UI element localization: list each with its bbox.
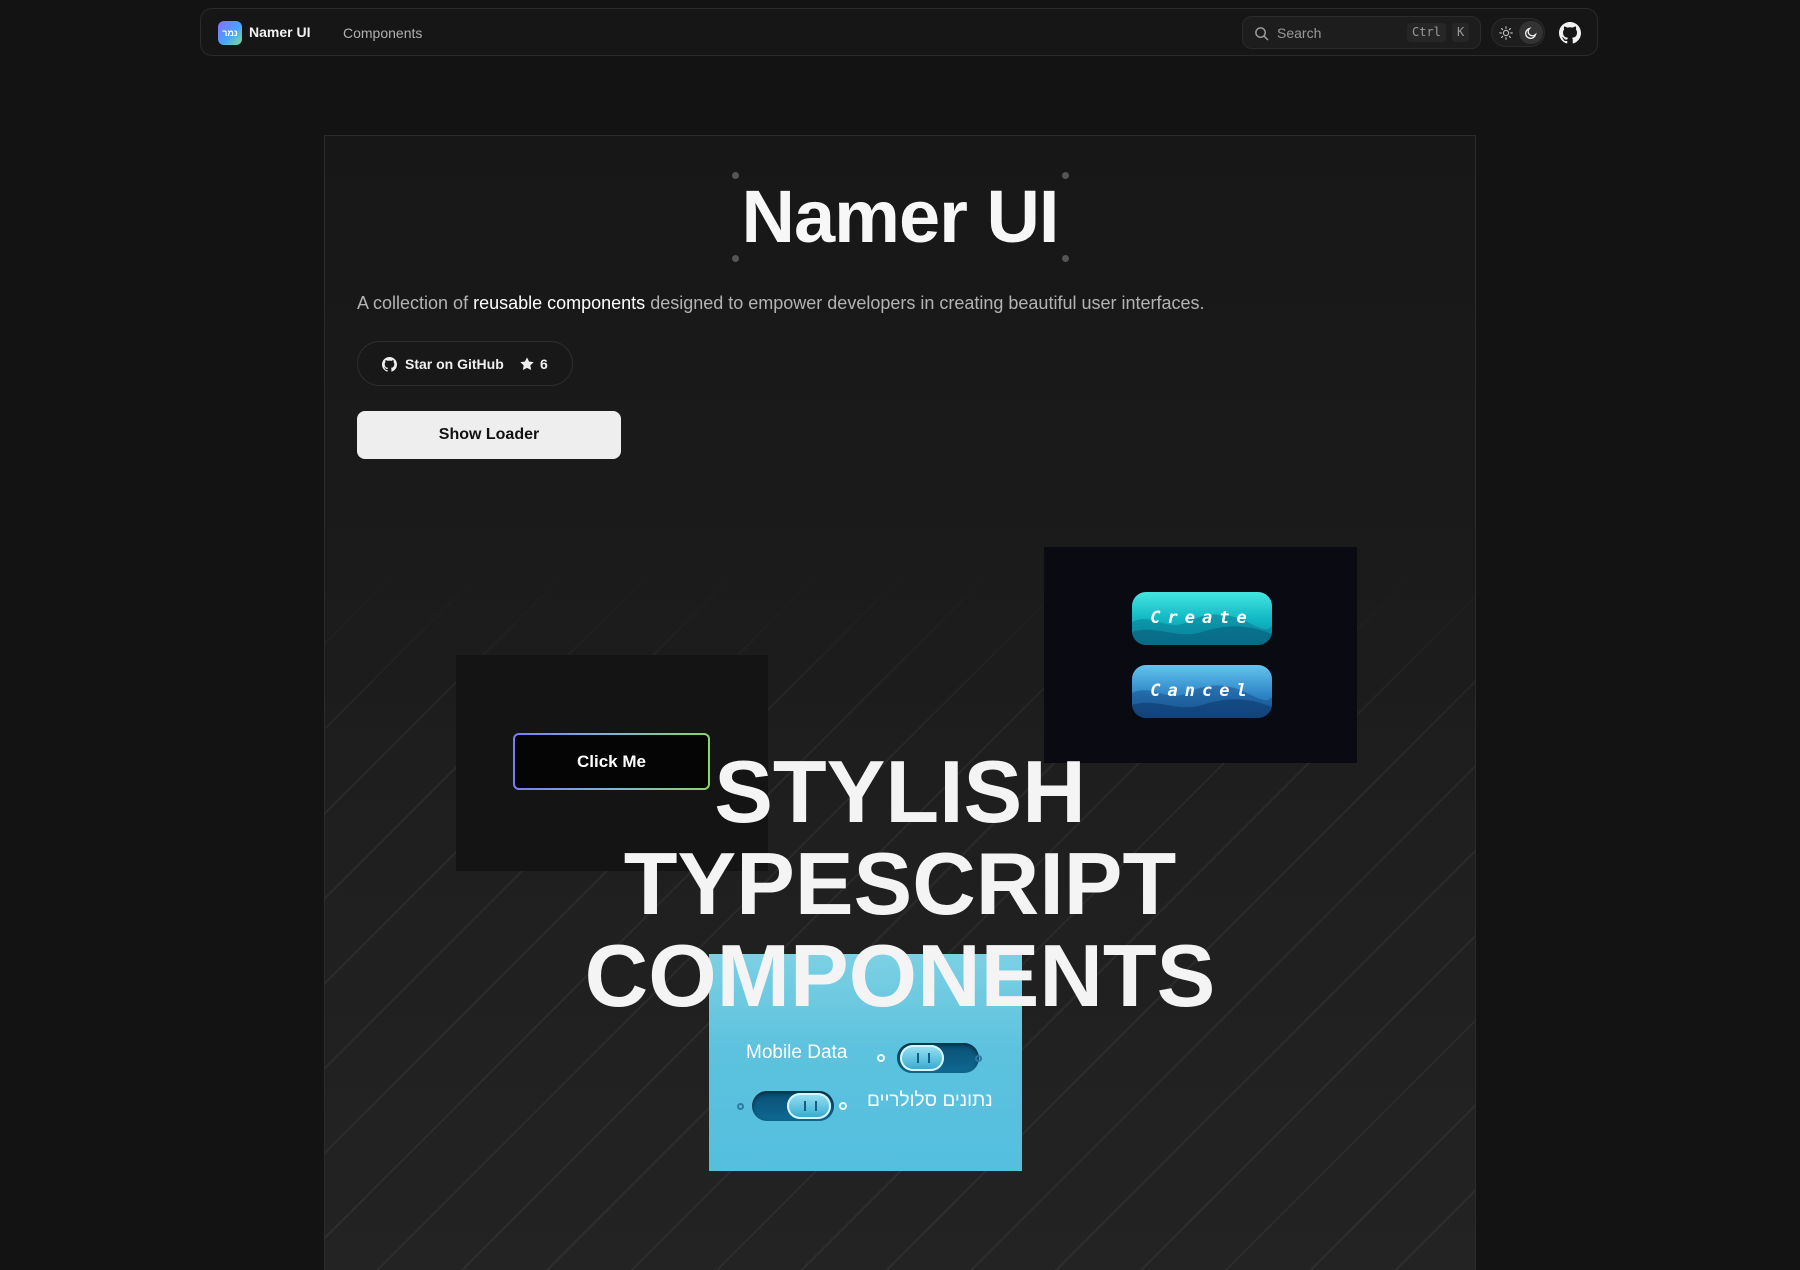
create-button[interactable]: Create (1132, 592, 1272, 645)
show-loader-button[interactable]: Show Loader (357, 411, 621, 459)
search-button[interactable]: Search Ctrl K (1242, 16, 1481, 49)
toggle-knob (787, 1093, 831, 1119)
kbd-k: K (1452, 23, 1470, 42)
mobile-data-toggle-rtl[interactable] (752, 1091, 834, 1121)
nav-link-components[interactable]: Components (343, 25, 422, 41)
search-icon (1255, 27, 1269, 41)
moon-icon (1525, 27, 1537, 39)
toggle-knob (900, 1045, 944, 1071)
github-icon (382, 357, 397, 372)
subtitle-highlight: reusable components (473, 293, 646, 313)
github-icon[interactable] (1559, 22, 1581, 44)
subtitle-text: A collection of (357, 293, 474, 313)
toggle-label-hebrew: נתונים סלולריים (867, 1090, 993, 1111)
light-theme-button[interactable] (1494, 21, 1518, 44)
sun-icon (1499, 26, 1513, 40)
hero-title: Namer UI (741, 175, 1060, 258)
headline-line: TYPESCRIPT (623, 834, 1177, 933)
headline-line: COMPONENTS (584, 926, 1216, 1025)
cancel-label: Cancel (1150, 681, 1254, 701)
create-label: Create (1150, 608, 1254, 628)
toggle-label-mobile-data: Mobile Data (746, 1042, 848, 1063)
star-on-github-button[interactable]: Star on GitHub 6 (357, 341, 573, 386)
kbd-ctrl: Ctrl (1407, 23, 1446, 42)
logo-icon[interactable]: נמר (218, 21, 242, 45)
toggle-off-indicator (877, 1054, 885, 1062)
theme-switcher (1491, 18, 1545, 47)
showcase-tile-navy (1044, 547, 1357, 763)
top-navbar: נמר Namer UI Components Search Ctrl K (200, 8, 1598, 56)
brand-name[interactable]: Namer UI (249, 24, 310, 40)
mobile-data-toggle[interactable] (897, 1043, 979, 1073)
headline-line: STYLISH (714, 742, 1086, 841)
headline: STYLISH TYPESCRIPT COMPONENTS (325, 746, 1475, 1022)
star-icon (520, 357, 534, 371)
search-placeholder: Search (1277, 25, 1322, 41)
toggle-on-indicator (975, 1055, 982, 1062)
cancel-button[interactable]: Cancel (1132, 665, 1272, 718)
dark-theme-button[interactable] (1519, 21, 1543, 44)
hero-card: Namer UI A collection of reusable compon… (324, 135, 1476, 1270)
subtitle-text: designed to empower developers in creati… (645, 293, 1205, 313)
toggle-off-indicator (839, 1102, 847, 1110)
star-label: Star on GitHub (405, 356, 504, 372)
hero-subtitle: A collection of reusable components desi… (357, 293, 1205, 314)
star-count: 6 (540, 356, 548, 372)
toggle-on-indicator (737, 1103, 744, 1110)
